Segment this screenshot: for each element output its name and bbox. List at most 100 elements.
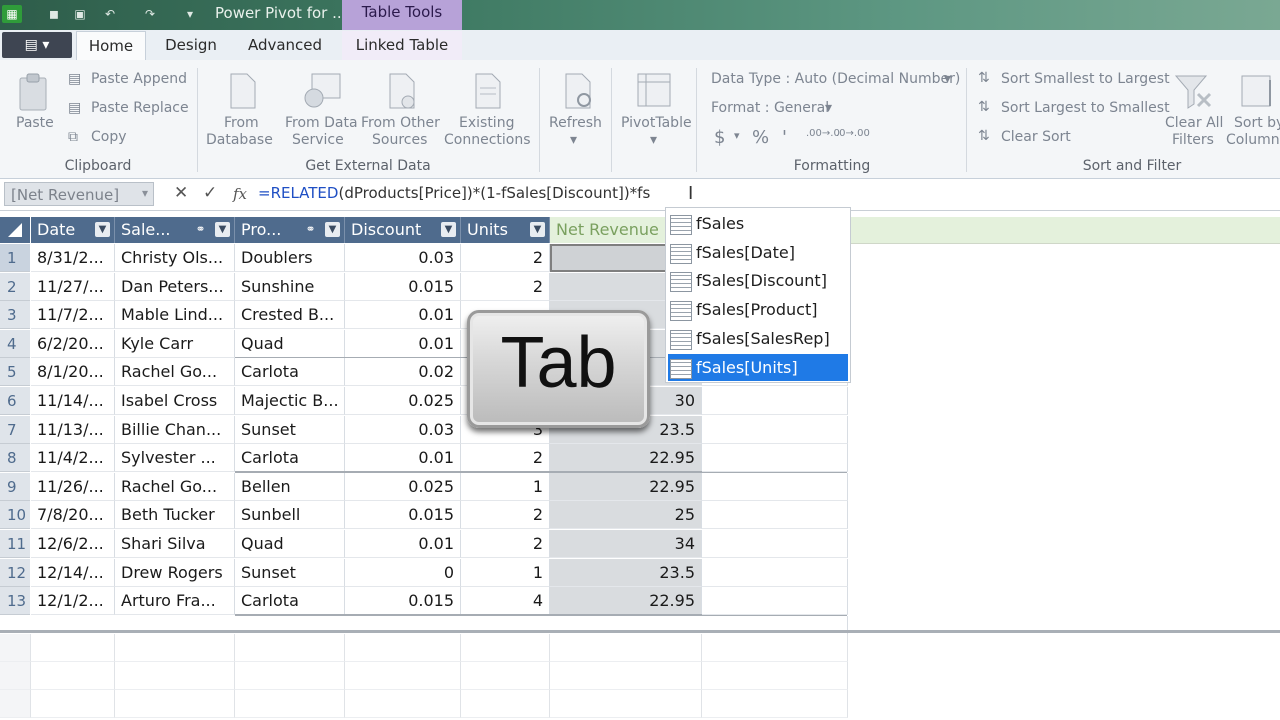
cancel-icon[interactable]: ✕ xyxy=(174,183,188,203)
cell-discount[interactable]: 0.02 xyxy=(345,358,461,387)
cell-date[interactable]: 11/27/... xyxy=(31,272,115,301)
from-database-button[interactable]: Database xyxy=(206,132,273,148)
cell-date[interactable]: 12/6/2... xyxy=(31,530,115,558)
cell-units[interactable]: 1 xyxy=(461,558,550,587)
cell-net-revenue[interactable]: 22.95 xyxy=(550,472,702,501)
format-chevron-icon[interactable]: ▾ xyxy=(825,100,832,116)
existing-connections-label-1[interactable]: Existing xyxy=(459,115,514,131)
cell-units[interactable]: 1 xyxy=(461,472,550,501)
empty-cell[interactable] xyxy=(702,415,848,444)
cell-discount[interactable]: 0 xyxy=(345,558,461,587)
excel-icon[interactable]: ▦ xyxy=(2,5,22,23)
cell-net-revenue[interactable]: 34 xyxy=(550,530,702,558)
autocomplete-item[interactable]: fSales[SalesRep] xyxy=(668,325,848,352)
other-sources-icon[interactable] xyxy=(384,72,418,110)
row-number[interactable]: 2 xyxy=(0,272,30,301)
from-other-sources-button[interactable]: Sources xyxy=(372,132,427,148)
cell-salesrep[interactable]: Rachel Go... xyxy=(115,472,235,501)
calculation-cell[interactable] xyxy=(235,690,345,718)
cell-date[interactable]: 11/26/... xyxy=(31,472,115,501)
refresh-dropdown-icon[interactable]: ▾ xyxy=(570,132,577,148)
autocomplete-item[interactable]: fSales[Units] xyxy=(668,353,848,381)
tab-home[interactable]: Home xyxy=(76,31,146,61)
copy-button[interactable]: Copy xyxy=(91,129,127,145)
cell-discount[interactable]: 0.01 xyxy=(345,444,461,473)
cell-date[interactable]: 11/13/... xyxy=(31,415,115,444)
currency-dropdown-icon[interactable]: ▾ xyxy=(734,129,740,142)
cell-net-revenue[interactable]: 22.95 xyxy=(550,587,702,616)
calculation-cell[interactable] xyxy=(461,690,550,718)
clear-sort-button[interactable]: Clear Sort xyxy=(1001,129,1071,145)
empty-cell[interactable] xyxy=(702,558,848,587)
cell-date[interactable]: 8/1/20... xyxy=(31,358,115,387)
calculation-area-splitter[interactable] xyxy=(0,630,1280,633)
cell-product[interactable]: Sunset xyxy=(235,415,345,444)
pivottable-dropdown-icon[interactable]: ▾ xyxy=(650,132,657,148)
calculation-cell[interactable] xyxy=(115,662,235,690)
calculation-cell[interactable] xyxy=(702,662,848,690)
cell-salesrep[interactable]: Christy Ols... xyxy=(115,244,235,272)
database-icon[interactable] xyxy=(225,72,259,110)
empty-cell[interactable] xyxy=(702,530,848,558)
redo-icon[interactable]: ↷ xyxy=(140,5,160,23)
autocomplete-item[interactable]: fSales[Date] xyxy=(668,239,848,266)
excel-app-icon[interactable]: ◼ xyxy=(44,5,64,23)
cell-net-revenue[interactable]: 22.95 xyxy=(550,444,702,473)
undo-icon[interactable]: ↶ xyxy=(100,5,120,23)
cell-units[interactable]: 2 xyxy=(461,530,550,558)
existing-connections-icon[interactable] xyxy=(470,72,504,110)
empty-cell[interactable] xyxy=(702,501,848,530)
pivottable-icon[interactable] xyxy=(636,72,671,110)
cell-product[interactable]: Quad xyxy=(235,530,345,558)
calculation-cell[interactable] xyxy=(235,634,345,662)
refresh-button[interactable]: Refresh xyxy=(549,115,602,131)
enter-icon[interactable]: ✓ xyxy=(203,183,217,203)
name-box[interactable]: [Net Revenue] xyxy=(4,182,154,206)
tab-linked-table[interactable]: Linked Table xyxy=(342,31,462,60)
select-all-corner[interactable] xyxy=(0,217,30,243)
from-data-service-button[interactable]: Service xyxy=(292,132,344,148)
file-menu-button[interactable]: ▤ ▾ xyxy=(2,32,72,58)
cell-product[interactable]: Sunset xyxy=(235,558,345,587)
data-service-icon[interactable] xyxy=(302,72,341,110)
cell-units[interactable]: 2 xyxy=(461,244,550,272)
name-box-chevron-icon[interactable]: ▾ xyxy=(142,186,148,200)
paste-icon[interactable] xyxy=(16,72,52,112)
cell-product[interactable]: Carlota xyxy=(235,444,345,473)
percent-button[interactable]: % xyxy=(752,127,769,148)
cell-net-revenue[interactable]: 23.5 xyxy=(550,558,702,587)
row-number[interactable]: 9 xyxy=(0,472,30,501)
calculation-cell[interactable] xyxy=(550,690,702,718)
row-number[interactable]: 1 xyxy=(0,244,30,272)
cell-discount[interactable]: 0.025 xyxy=(345,472,461,501)
tab-design[interactable]: Design xyxy=(156,31,226,60)
cell-units[interactable]: 4 xyxy=(461,587,550,616)
from-data-service-label-1[interactable]: From Data xyxy=(285,115,358,131)
cell-discount[interactable]: 0.01 xyxy=(345,301,461,330)
cell-net-revenue[interactable]: 25 xyxy=(550,501,702,530)
autocomplete-item[interactable]: fSales[Discount] xyxy=(668,267,848,294)
increase-decimal-button[interactable]: .00→.0 xyxy=(806,128,840,139)
sort-ascending-button[interactable]: Sort Smallest to Largest xyxy=(1001,71,1170,87)
calculation-cell[interactable] xyxy=(702,634,848,662)
formula-input[interactable]: =RELATED(dProducts[Price])*(1-fSales[Dis… xyxy=(258,184,650,202)
calculation-cell[interactable] xyxy=(31,634,115,662)
cell-date[interactable]: 7/8/20... xyxy=(31,501,115,530)
cell-date[interactable]: 8/31/2... xyxy=(31,244,115,272)
cell-units[interactable]: 2 xyxy=(461,501,550,530)
row-number[interactable]: 12 xyxy=(0,558,30,587)
calculation-cell[interactable] xyxy=(115,634,235,662)
cell-date[interactable]: 6/2/20... xyxy=(31,329,115,358)
cell-discount[interactable]: 0.015 xyxy=(345,272,461,301)
cell-salesrep[interactable]: Billie Chan... xyxy=(115,415,235,444)
cell-product[interactable]: Carlota xyxy=(235,358,345,387)
calculation-cell[interactable] xyxy=(0,634,31,662)
cell-product[interactable]: Sunbell xyxy=(235,501,345,530)
calculation-cell[interactable] xyxy=(461,634,550,662)
calculation-cell[interactable] xyxy=(345,634,461,662)
calculation-cell[interactable] xyxy=(0,662,31,690)
comma-button[interactable]: ' xyxy=(782,127,787,148)
cell-salesrep[interactable]: Rachel Go... xyxy=(115,358,235,387)
paste-button[interactable]: Paste xyxy=(16,115,54,131)
cell-discount[interactable]: 0.015 xyxy=(345,587,461,616)
